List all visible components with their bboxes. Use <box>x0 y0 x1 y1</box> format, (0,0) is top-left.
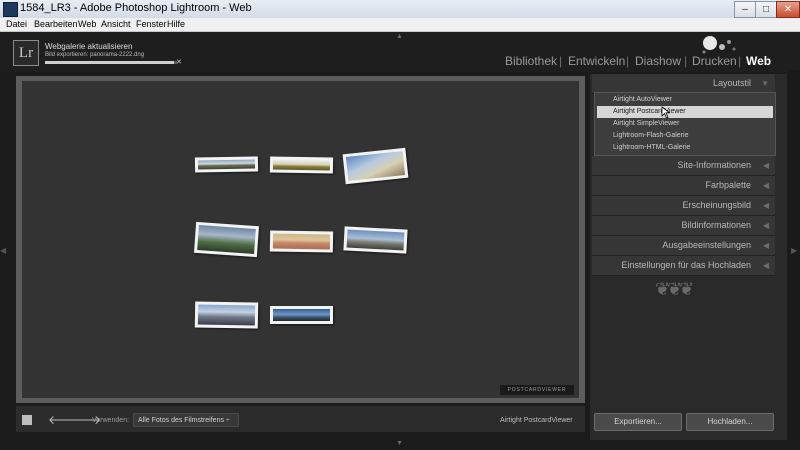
panel-header-label: Ausgabeeinstellungen <box>662 240 751 250</box>
activity-subtitle: Bild exportieren: panorama-2222.dng <box>45 52 145 58</box>
use-label: Verwenden: <box>92 417 129 424</box>
postcard-thumbnail[interactable] <box>343 226 408 254</box>
triangle-left-icon: ◀ <box>762 241 769 250</box>
current-layout-name: Airtight PostcardViewer <box>500 417 573 424</box>
menu-datei[interactable]: Datei <box>6 19 27 29</box>
minimize-button[interactable]: – <box>734 1 756 18</box>
postcard-thumbnail[interactable] <box>193 221 260 258</box>
cancel-activity-icon[interactable]: ✕ <box>176 58 182 66</box>
stop-icon[interactable] <box>22 415 32 425</box>
app-icon <box>3 2 18 17</box>
menu-web[interactable]: Web <box>78 19 96 29</box>
triangle-left-icon: ◀ <box>762 161 769 170</box>
panel-header-label: Erscheinungsbild <box>682 200 751 210</box>
layout-item-simpleviewer[interactable]: Airtight SimpleViewer <box>597 118 773 130</box>
menu-bar: Datei Bearbeiten Web Ansicht Fenster Hil… <box>0 18 800 32</box>
triangle-down-icon: ▼ <box>761 79 769 88</box>
triangle-left-icon: ◀ <box>762 201 769 210</box>
left-panel-toggle-icon[interactable]: ◀ <box>0 246 6 255</box>
upload-button[interactable]: Hochladen... <box>686 413 774 431</box>
panel-bildinformationen-header[interactable]: Bildinformationen ◀ <box>592 216 775 236</box>
panel-header-label: Layoutstil <box>712 78 751 88</box>
panel-header-label: Farbpalette <box>705 180 751 190</box>
module-drucken[interactable]: Drucken <box>692 54 737 68</box>
triangle-left-icon: ◀ <box>762 221 769 230</box>
module-separator: | <box>684 54 688 68</box>
activity-title: Webgalerie aktualisieren <box>45 42 133 51</box>
layout-item-postcardviewer[interactable]: Airtight PostcardViewer <box>597 106 773 118</box>
panel-header-label: Bildinformationen <box>681 220 751 230</box>
layout-style-list: Airtight AutoViewer Airtight PostcardVie… <box>594 92 776 156</box>
module-bibliothek[interactable]: Bibliothek <box>505 54 557 68</box>
module-separator: | <box>626 54 630 68</box>
bottom-panel-toggle-icon[interactable]: ▼ <box>396 440 403 447</box>
panel-header-label: Site-Informationen <box>677 160 751 170</box>
postcard-thumbnail[interactable] <box>194 301 259 329</box>
postcard-thumbnail[interactable] <box>269 230 334 253</box>
panel-site-informationen-header[interactable]: Site-Informationen ◀ <box>592 156 775 176</box>
menu-bearbeiten[interactable]: Bearbeiten <box>34 19 78 29</box>
module-web[interactable]: Web <box>746 54 771 68</box>
triangle-left-icon: ◀ <box>762 181 769 190</box>
layout-item-flash-gallery[interactable]: Lightroom-Flash-Galerie <box>597 130 773 142</box>
top-panel-toggle-icon[interactable]: ▲ <box>396 33 403 40</box>
use-source-select[interactable]: Alle Fotos des Filmstreifens ÷ <box>133 413 239 427</box>
panel-farbpalette-header[interactable]: Farbpalette ◀ <box>592 176 775 196</box>
panel-ausgabeeinstellungen-header[interactable]: Ausgabeeinstellungen ◀ <box>592 236 775 256</box>
lightroom-logo: Lr <box>13 40 39 66</box>
panel-end-ornament-icon: ❦❦❦ <box>655 279 694 299</box>
panel-layoutstil-header[interactable]: Layoutstil ▼ <box>592 74 775 94</box>
activity-progress-bar <box>45 61 177 64</box>
module-diashow[interactable]: Diashow <box>635 54 681 68</box>
menu-fenster[interactable]: Fenster <box>136 19 167 29</box>
postcard-thumbnail[interactable] <box>270 306 333 324</box>
module-separator: | <box>738 54 742 68</box>
menu-hilfe[interactable]: Hilfe <box>167 19 185 29</box>
postcard-thumbnail[interactable] <box>269 156 334 174</box>
mouse-pointer-icon <box>661 106 670 119</box>
panel-header-label: Einstellungen für das Hochladen <box>621 260 751 270</box>
module-entwickeln[interactable]: Entwickeln <box>568 54 625 68</box>
module-separator: | <box>559 54 563 68</box>
window-title: 1584_LR3 - Adobe Photoshop Lightroom - W… <box>20 2 252 14</box>
close-button[interactable]: ✕ <box>776 1 800 18</box>
postcard-thumbnail[interactable] <box>194 156 259 173</box>
menu-ansicht[interactable]: Ansicht <box>101 19 131 29</box>
layout-item-html-gallery[interactable]: Lightroom-HTML-Galerie <box>597 142 773 154</box>
panel-erscheinungsbild-header[interactable]: Erscheinungsbild ◀ <box>592 196 775 216</box>
export-button[interactable]: Exportieren... <box>594 413 682 431</box>
panel-hochladen-header[interactable]: Einstellungen für das Hochladen ◀ <box>592 256 775 276</box>
maximize-button[interactable]: □ <box>755 1 777 18</box>
activity-progress-fill <box>45 61 175 64</box>
layout-item-autoviewer[interactable]: Airtight AutoViewer <box>597 94 773 106</box>
triangle-left-icon: ◀ <box>762 261 769 270</box>
postcardviewer-logo: POSTCARDVIEWER <box>500 385 574 395</box>
right-edge <box>789 70 800 440</box>
right-panel-toggle-icon[interactable]: ▶ <box>791 246 797 255</box>
